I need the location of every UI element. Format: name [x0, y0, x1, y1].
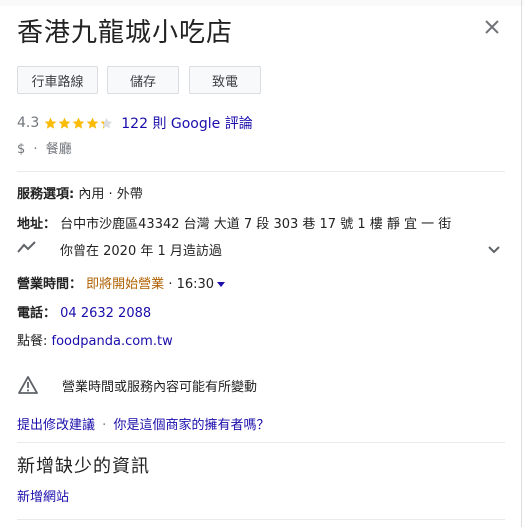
warning-icon — [18, 376, 38, 394]
category-separator: · — [33, 142, 38, 157]
suggest-separator: · — [102, 418, 107, 433]
chevron-down-icon[interactable] — [487, 243, 501, 257]
order-label: 點餐: — [17, 334, 48, 349]
save-button[interactable]: 儲存 — [107, 66, 179, 94]
price-level: $ — [17, 142, 26, 157]
suggest-row: 提出修改建議 · 你是這個商家的擁有者嗎？ — [17, 414, 269, 433]
service-label: 服務選項: — [17, 187, 75, 202]
directions-button[interactable]: 行車路線 — [17, 66, 98, 94]
star-icon — [86, 117, 99, 129]
service-value: 內用 · 外帶 — [78, 187, 143, 202]
service-options: 服務選項: 內用 · 外帶 — [17, 183, 143, 202]
place-title: 香港九龍城小吃店 — [17, 18, 234, 48]
add-website-link[interactable]: 新增網站 — [17, 486, 69, 505]
star-icon — [100, 117, 113, 129]
order-row: 點餐: foodpanda.com.tw — [17, 330, 173, 349]
trending-icon — [17, 241, 36, 253]
order-link[interactable]: foodpanda.com.tw — [52, 334, 173, 349]
hours-time[interactable]: · 16:30 — [168, 277, 214, 292]
hours-row: 營業時間： 即將開始營業 · 16:30 — [17, 273, 226, 292]
rating-row: 4.3 122 則 Google 評論 — [17, 113, 253, 133]
phone-number[interactable]: 04 2632 2088 — [60, 306, 151, 321]
claim-business-link[interactable]: 你是這個商家的擁有者嗎？ — [113, 418, 269, 433]
hours-label: 營業時間： — [17, 277, 83, 292]
divider — [17, 442, 505, 443]
rating-value: 4.3 — [17, 115, 40, 131]
category-row: $ · 餐廳 — [17, 138, 72, 157]
place-panel: 香港九龍城小吃店 行車路線 儲存 致電 4.3 122 則 Google 評論 … — [0, 0, 522, 527]
phone-row: 電話： 04 2632 2088 — [17, 302, 151, 321]
phone-label: 電話： — [17, 306, 57, 321]
call-button[interactable]: 致電 — [189, 66, 261, 94]
star-icon — [72, 117, 85, 129]
star-icon — [58, 117, 71, 129]
address-value[interactable]: 台中市沙鹿區43342 台灣 大道 7 段 303 巷 17 號 1 樓 靜 宜… — [60, 217, 451, 232]
category-type: 餐廳 — [45, 142, 72, 157]
star-icon — [44, 117, 57, 129]
visit-history: 你曾在 2020 年 1 月造訪過 — [60, 244, 222, 259]
hours-dropdown-icon[interactable] — [217, 282, 226, 287]
star-rating — [44, 117, 114, 130]
reviews-link[interactable]: 122 則 Google 評論 — [121, 113, 252, 133]
hours-change-notice: 營業時間或服務內容可能有所變動 — [62, 380, 258, 395]
address-label: 地址： — [17, 217, 57, 232]
hours-status: 即將開始營業 — [86, 277, 165, 292]
suggest-edit-link[interactable]: 提出修改建議 — [17, 418, 95, 433]
address-row: 地址： 台中市沙鹿區43342 台灣 大道 7 段 303 巷 17 號 1 樓… — [17, 213, 451, 232]
divider — [17, 519, 505, 520]
missing-info-title: 新增缺少的資訊 — [17, 456, 150, 477]
divider — [17, 171, 505, 172]
close-icon[interactable] — [481, 16, 503, 38]
